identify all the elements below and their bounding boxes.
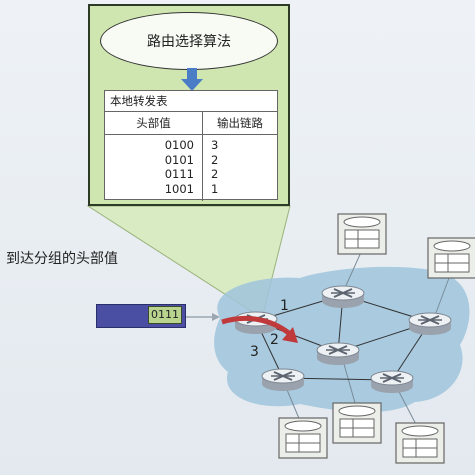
arriving-packet-caption: 到达分组的头部值 [6,251,118,267]
router [316,342,360,366]
host [427,237,475,279]
router [408,312,452,336]
link-label-3: 3 [250,344,259,360]
host [278,417,328,459]
router [321,285,365,309]
link-label-1: 1 [280,298,289,314]
link-label-2: 2 [270,332,279,348]
router [370,370,414,394]
host [332,402,382,444]
packet-header-value: 0111 [148,306,182,324]
host [395,422,445,464]
router [261,368,305,392]
host [337,213,387,255]
network-diagram [186,213,475,464]
